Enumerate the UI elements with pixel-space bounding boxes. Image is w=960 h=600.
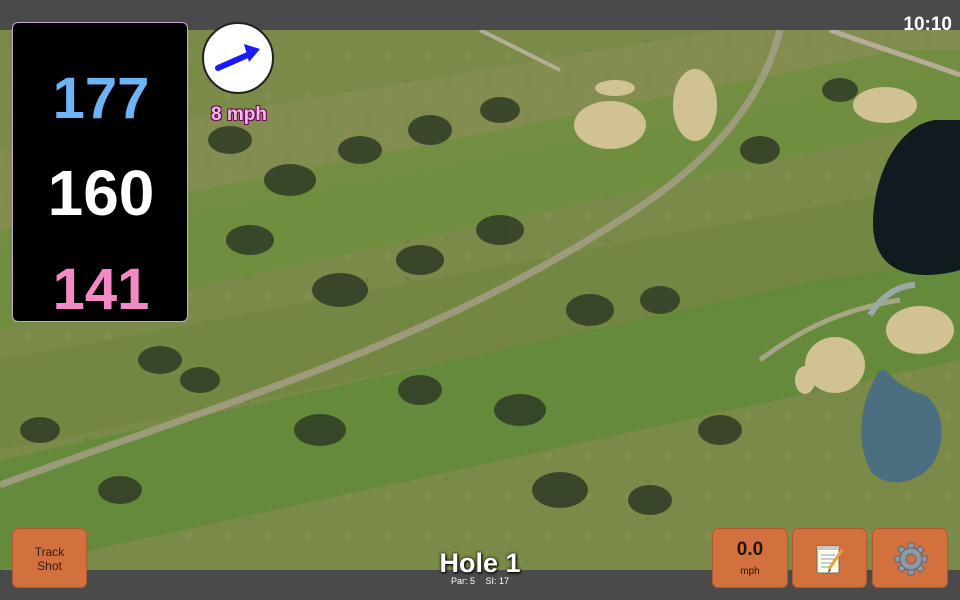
front-distance: 141	[52, 257, 150, 322]
hole-par: Par: 5	[450, 576, 475, 586]
wind-speed-label: 8 mph	[211, 104, 267, 125]
distance-panel: 177 160 141	[12, 22, 188, 322]
notes-button[interactable]	[792, 528, 867, 588]
hole-meta: Par: 5 SI: 17	[380, 576, 580, 586]
settings-button[interactable]	[872, 528, 948, 588]
speed-unit: mph	[740, 566, 760, 577]
gear-icon	[894, 542, 928, 576]
notepad-icon	[816, 545, 844, 574]
track-shot-label-line2: Shot	[37, 559, 62, 573]
middle-distance: 160	[47, 157, 155, 229]
track-shot-button[interactable]: Track Shot	[12, 528, 87, 588]
speed-value: 0.0	[736, 539, 764, 560]
track-shot-label-line1: Track	[34, 545, 65, 559]
back-distance: 177	[52, 66, 150, 131]
hole-stroke-index: SI: 17	[485, 576, 510, 586]
speed-button[interactable]: 0.0 mph	[712, 528, 788, 588]
wind-indicator	[202, 22, 274, 94]
wind-arrow-icon	[215, 44, 260, 71]
hole-title: Hole 1	[439, 548, 521, 578]
